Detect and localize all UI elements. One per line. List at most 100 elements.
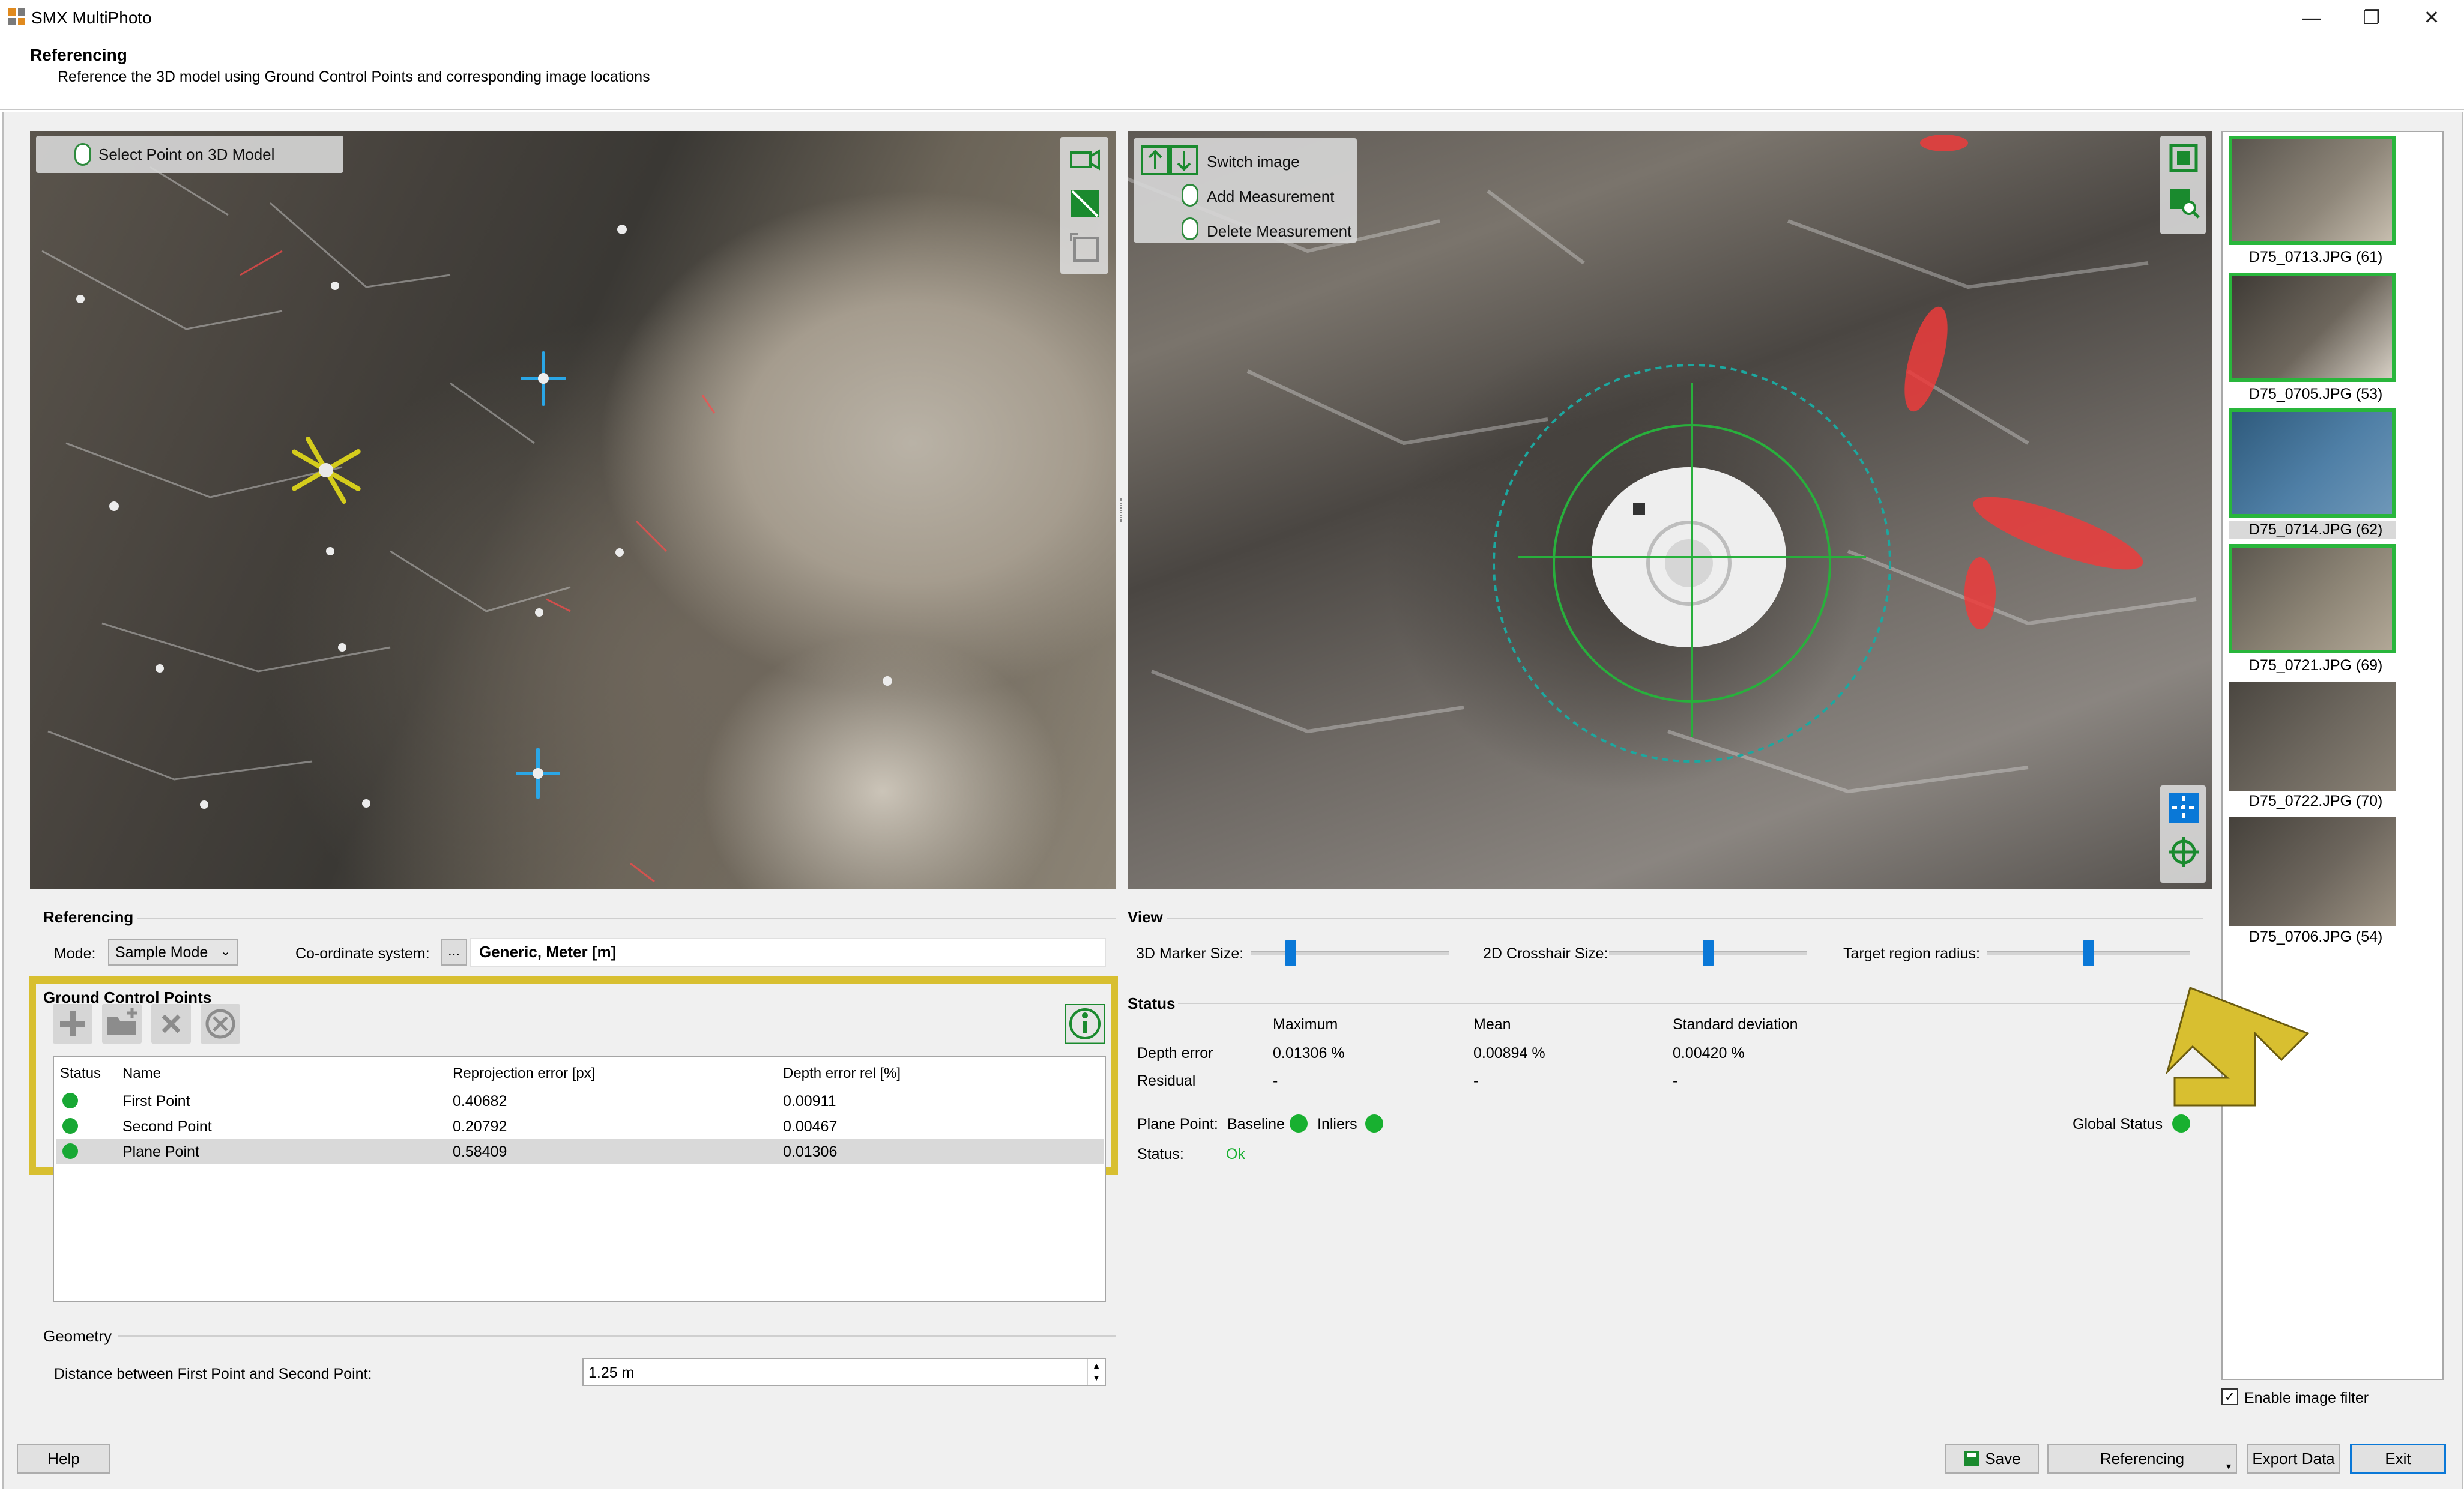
marker-size-handle[interactable] bbox=[1285, 940, 1296, 966]
thumbnail-image[interactable] bbox=[2229, 544, 2396, 653]
mouse-right-icon bbox=[1182, 217, 1198, 240]
crosshair-size-label: 2D Crosshair Size: bbox=[1483, 945, 1608, 962]
mode-select[interactable]: Sample Mode ⌄ bbox=[108, 939, 238, 966]
row-depth: 0.00911 bbox=[783, 1093, 836, 1110]
spin-arrows-icon[interactable]: ▲ ▼ bbox=[1087, 1359, 1105, 1385]
save-label: Save bbox=[1985, 1449, 2021, 1468]
status-ok-icon bbox=[62, 1093, 78, 1108]
target-radius-label: Target region radius: bbox=[1843, 945, 1980, 962]
mouse-left-icon bbox=[1182, 184, 1198, 207]
help-button[interactable]: Help bbox=[17, 1444, 110, 1474]
global-status-label: Global Status bbox=[2073, 1116, 2163, 1133]
select-point-tooltip: Select Point on 3D Model bbox=[36, 136, 343, 173]
info-icon[interactable] bbox=[1065, 1004, 1105, 1044]
thumbnail-image[interactable] bbox=[2229, 136, 2396, 245]
plane-icon[interactable] bbox=[1069, 187, 1101, 220]
table-row[interactable]: Second Point 0.20792 0.00467 bbox=[56, 1113, 1104, 1139]
coord-system-browse-button[interactable]: ... bbox=[441, 939, 467, 966]
exit-button[interactable]: Exit bbox=[2350, 1444, 2446, 1474]
inliers-status-icon bbox=[1365, 1114, 1383, 1133]
thumbnail-label: D75_0722.JPG (70) bbox=[2249, 793, 2383, 809]
table-row[interactable]: First Point 0.40682 0.00911 bbox=[56, 1088, 1104, 1113]
dropdown-arrow-icon: ▾ bbox=[2226, 1462, 2231, 1472]
marker-size-slider[interactable] bbox=[1251, 951, 1449, 955]
residual-mean: - bbox=[1473, 1072, 1479, 1089]
referencing-section-title: Referencing bbox=[43, 908, 134, 926]
thumbnail-label: D75_0714.JPG (62) bbox=[2229, 521, 2396, 539]
view2d-toolbar-top bbox=[2160, 136, 2206, 234]
delete-measurement-hint: Delete Measurement bbox=[1207, 222, 1352, 240]
residual-std: - bbox=[1673, 1072, 1678, 1089]
save-icon bbox=[1964, 1451, 1979, 1466]
image-texture bbox=[1128, 135, 2197, 794]
image-filter-checkbox[interactable]: ✓ bbox=[2221, 1388, 2238, 1405]
distance-label: Distance between First Point and Second … bbox=[54, 1365, 372, 1382]
thumbnail-image[interactable] bbox=[2229, 682, 2396, 791]
minimize-icon[interactable]: — bbox=[2281, 0, 2342, 35]
column-maximum: Maximum bbox=[1273, 1016, 1338, 1033]
plane-point-label: Plane Point: bbox=[1137, 1116, 1218, 1133]
depth-error-std: 0.00420 % bbox=[1673, 1045, 1745, 1062]
delete-icon[interactable] bbox=[151, 1004, 191, 1044]
image-filter-label: Enable image filter bbox=[2244, 1390, 2369, 1406]
column-header-status[interactable]: Status bbox=[60, 1065, 101, 1082]
row-name: Second Point bbox=[122, 1118, 212, 1135]
section-divider bbox=[118, 1335, 1116, 1337]
baseline-label: Baseline bbox=[1227, 1116, 1285, 1133]
gcp-table[interactable]: Status Name Reprojection error [px] Dept… bbox=[53, 1056, 1106, 1302]
mode-value: Sample Mode bbox=[115, 944, 208, 961]
switch-arrows-icon bbox=[1141, 145, 1198, 175]
thumbnail-image[interactable] bbox=[2229, 408, 2396, 518]
thumbnail-image[interactable] bbox=[2229, 817, 2396, 926]
row-reprojection: 0.20792 bbox=[453, 1118, 507, 1135]
add-icon[interactable] bbox=[53, 1004, 92, 1044]
residual-max: - bbox=[1273, 1072, 1278, 1089]
crop-icon[interactable] bbox=[1069, 232, 1101, 264]
view3d-toolbar bbox=[1060, 137, 1108, 274]
restore-icon[interactable]: ❐ bbox=[2342, 0, 2402, 35]
referencing-button[interactable]: Referencing ▾ bbox=[2047, 1444, 2237, 1474]
coord-system-label: Co-ordinate system: bbox=[295, 945, 430, 962]
coord-system-field: Generic, Meter [m] bbox=[470, 938, 1106, 967]
status-value: Ok bbox=[1226, 1146, 1245, 1163]
column-header-name[interactable]: Name bbox=[122, 1065, 161, 1082]
thumbnail-image[interactable] bbox=[2229, 273, 2396, 382]
section-divider bbox=[1178, 1003, 2203, 1004]
export-data-button[interactable]: Export Data bbox=[2247, 1444, 2340, 1474]
status-section-title: Status bbox=[1128, 994, 1176, 1012]
row-depth: 0.00467 bbox=[783, 1118, 838, 1135]
baseline-status-icon bbox=[1290, 1114, 1308, 1133]
column-header-reprojection[interactable]: Reprojection error [px] bbox=[453, 1065, 595, 1082]
add-measurement-hint: Add Measurement bbox=[1207, 187, 1335, 205]
fit-view-icon[interactable] bbox=[2167, 142, 2200, 174]
page-subtitle: Reference the 3D model using Ground Cont… bbox=[58, 68, 650, 85]
column-std: Standard deviation bbox=[1673, 1016, 1798, 1033]
close-icon[interactable]: ✕ bbox=[2402, 0, 2462, 35]
splitter-handle[interactable] bbox=[1120, 498, 1123, 522]
mouse-icon bbox=[74, 143, 91, 166]
column-header-depth[interactable]: Depth error rel [%] bbox=[783, 1065, 901, 1082]
section-divider bbox=[137, 918, 1116, 919]
table-row-selected[interactable]: Plane Point 0.58409 0.01306 bbox=[56, 1139, 1104, 1164]
thumbnail-panel[interactable]: D75_0713.JPG (61) D75_0705.JPG (53) D75_… bbox=[2221, 131, 2444, 1380]
camera-icon[interactable] bbox=[1069, 143, 1101, 175]
depth-error-mean: 0.00894 % bbox=[1473, 1045, 1545, 1062]
image-2d-view[interactable]: Switch image Add Measurement Delete Meas… bbox=[1128, 131, 2212, 889]
select-point-label: Select Point on 3D Model bbox=[98, 145, 275, 163]
zoom-region-icon[interactable] bbox=[2167, 186, 2200, 219]
target-radius-handle[interactable] bbox=[2083, 940, 2094, 966]
distance-spinbox[interactable]: 1.25 m ▲ ▼ bbox=[582, 1358, 1106, 1386]
crosshair-icon[interactable] bbox=[2167, 791, 2200, 824]
add-folder-icon[interactable] bbox=[102, 1004, 142, 1044]
chevron-down-icon: ⌄ bbox=[220, 945, 231, 958]
row-reprojection: 0.58409 bbox=[453, 1143, 507, 1160]
column-mean: Mean bbox=[1473, 1016, 1511, 1033]
save-button[interactable]: Save bbox=[1945, 1444, 2039, 1474]
model-3d-view[interactable]: Select Point on 3D Model bbox=[30, 131, 1116, 889]
target-icon[interactable] bbox=[2167, 836, 2200, 868]
view-section-title: View bbox=[1128, 908, 1163, 926]
thumbnail-label: D75_0705.JPG (53) bbox=[2249, 386, 2383, 402]
cancel-icon[interactable] bbox=[201, 1004, 240, 1044]
thumbnail-label: D75_0713.JPG (61) bbox=[2249, 249, 2383, 265]
crosshair-size-handle[interactable] bbox=[1703, 940, 1714, 966]
